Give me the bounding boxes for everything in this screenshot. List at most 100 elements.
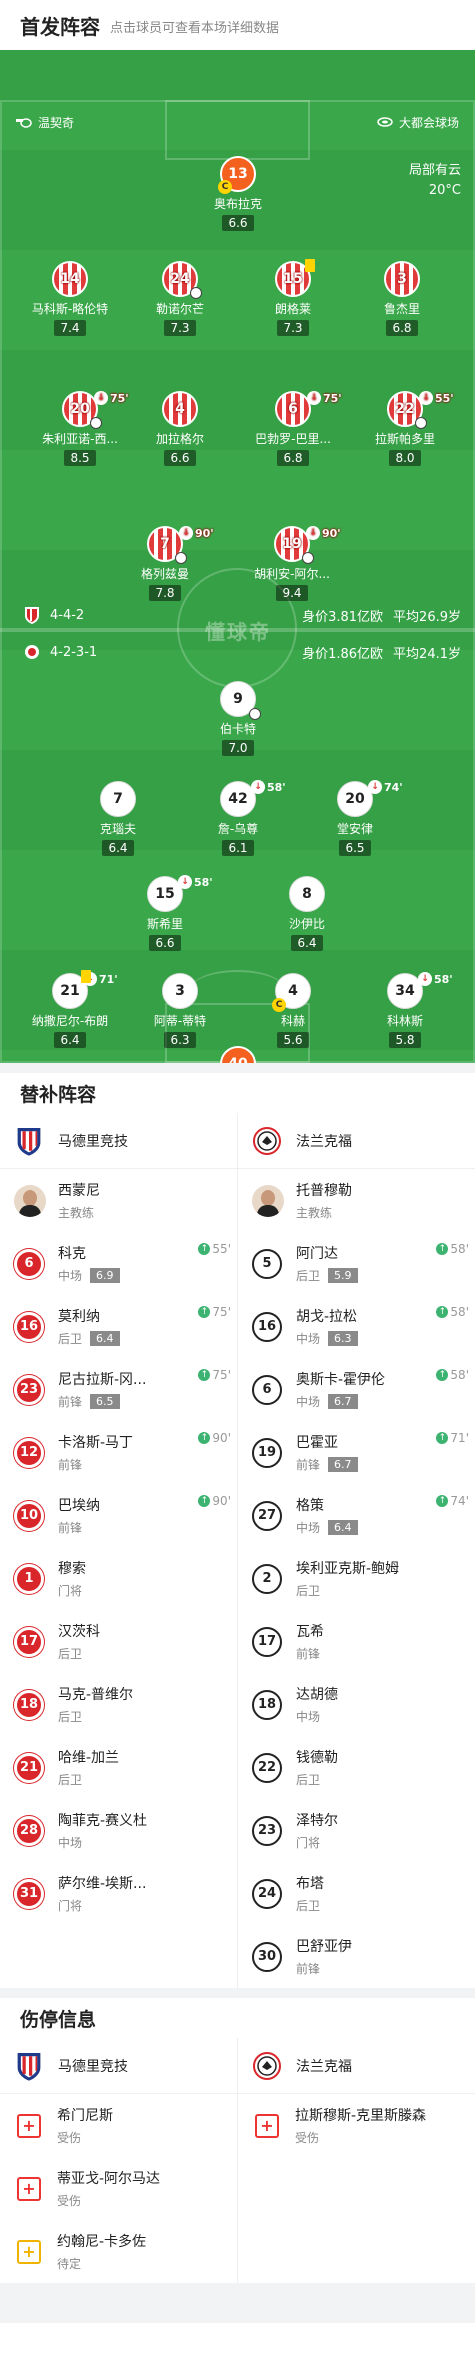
sub-minute: 74' [384,780,403,794]
away-player[interactable]: 9 伯卡特 7.0 [178,681,298,756]
player-number: 21 [60,983,80,999]
away-player[interactable]: 34 ↓ 58' 科林斯 5.8 [345,972,465,1048]
player-rating: 8.5 [64,450,96,466]
away-coach-row[interactable]: 托普穆勒 主教练 [238,1169,475,1232]
player-meta: 中场 6.9 [58,1267,120,1284]
home-player[interactable]: 7 ↓ 90' 格列兹曼 7.8 [105,526,225,601]
away-injury-row[interactable]: + 拉斯穆斯-克里斯滕森 受伤 [238,2094,475,2157]
away-player[interactable]: 15 ↓ 58' 斯希里 6.6 [105,875,225,951]
away-sub-row[interactable]: 23 泽特尔 门将 [238,1799,475,1862]
jersey-number: 31 [14,1878,44,1909]
away-player[interactable]: 8 沙伊比 6.4 [247,876,367,951]
player-meta: 中场 6.4 [296,1519,358,1536]
player-name: 阿门达 [296,1246,338,1262]
home-sub-row[interactable]: 1 穆索 门将 [0,1547,237,1610]
sub-out-icon: ↓ [418,972,432,986]
player-rating: 6.6 [149,935,181,951]
player-meta: 中场 6.7 [296,1393,385,1410]
home-injury-row[interactable]: + 约翰尼-卡多佐 待定 [0,2220,237,2283]
home-player[interactable]: 15 朗格莱 7.3 [233,259,353,336]
player-position: 中场 [296,1521,321,1535]
home-injury-row[interactable]: + 希门尼斯 受伤 [0,2094,237,2157]
home-coach-row[interactable]: 西蒙尼 主教练 [0,1169,237,1232]
player-name: 加拉格尔 [155,432,204,446]
substitution-marker: ↓ 90' [306,526,341,540]
home-team-name: 马德里竞技 [58,1133,128,1150]
player-meta: 前锋 6.5 [58,1393,146,1410]
jersey-number: 34 ↓ 58' [387,972,453,1009]
injuries-table: 马德里竞技 + 希门尼斯 受伤 + 蒂亚戈-阿尔马达 受伤 + 约翰尼-卡多佐 待定 法兰克福 … [0,2038,475,2283]
home-injury-row[interactable]: + 蒂亚戈-阿尔马达 受伤 [0,2157,237,2220]
home-player[interactable]: 14 马科斯-略伦特 7.4 [10,261,130,336]
sub-info: 巴埃纳 前锋 [58,1495,100,1536]
away-sub-row[interactable]: 18 达胡德 中场 [238,1673,475,1736]
away-player[interactable]: 21↓71' 纳撒尼尔-布朗 6.4 [10,970,130,1048]
away-sub-row[interactable]: 27 格策 中场 6.4 ↑ 74' [238,1484,475,1547]
away-sub-row[interactable]: 6 奥斯卡-霍伊伦 中场 6.7 ↑ 58' [238,1358,475,1421]
home-player[interactable]: 22 ↓ 55' 拉斯帕多里 8.0 [345,391,465,466]
player-meta: 前锋 [296,1960,352,1977]
away-player[interactable]: 40考阿-桑托斯8.1 [178,1046,298,1063]
away-team-header[interactable]: 法兰克福 [238,1113,475,1169]
home-team-header[interactable]: 马德里竞技 [0,2038,237,2094]
away-player[interactable]: 4 C 科赫 5.6 [233,973,353,1048]
home-sub-row[interactable]: 21 哈维-加兰 后卫 [0,1736,237,1799]
home-sub-row[interactable]: 17 汉茨科 后卫 [0,1610,237,1673]
player-meta: 门将 [296,1834,338,1851]
home-player[interactable]: 6 ↓ 75' 巴勃罗-巴里... 6.8 [233,391,353,466]
sub-info: 科克 中场 6.9 [58,1243,120,1284]
home-sub-row[interactable]: 28 陶菲克-赛义杜 中场 [0,1799,237,1862]
home-sub-row[interactable]: 31 萨尔维-埃斯... 门将 [0,1862,237,1925]
home-sub-row[interactable]: 10 巴埃纳 前锋 ↑ 90' [0,1484,237,1547]
away-player[interactable]: 7 克瑙夫 6.4 [58,781,178,856]
home-sub-row[interactable]: 16 莫利纳 后卫 6.4 ↑ 75' [0,1295,237,1358]
away-sub-row[interactable]: 17 瓦希 前锋 [238,1610,475,1673]
home-sub-row[interactable]: 18 马克-普维尔 后卫 [0,1673,237,1736]
stadium-name: 大都会球场 [398,115,459,130]
home-sub-row[interactable]: 6 科克 中场 6.9 ↑ 55' [0,1232,237,1295]
jersey-number: 18 [252,1689,282,1720]
player-name: 沙伊比 [288,917,325,931]
player-number: 20 [70,401,90,417]
away-sub-row[interactable]: 22 钱德勒 后卫 [238,1736,475,1799]
jersey-number: 16 [14,1311,44,1342]
away-sub-row[interactable]: 24 布塔 后卫 [238,1862,475,1925]
jersey-number: 18 [14,1689,44,1720]
away-player[interactable]: 42 ↓ 58' 詹-乌尊 6.1 [178,780,298,856]
home-team-header[interactable]: 马德里竞技 [0,1113,237,1169]
sub-in-icon: ↑ [198,1306,211,1318]
sub-minute: 75' [323,391,342,405]
home-player[interactable]: 24 勒诺尔芒 7.3 [120,261,240,336]
jersey-number: 21 [14,1752,44,1783]
jersey-number: 9 [220,681,261,720]
player-meta: 中场 6.3 [296,1330,358,1347]
player-rating: 6.6 [222,215,254,231]
away-player[interactable]: 20 ↓ 74' 堂安律 6.5 [295,780,415,856]
home-sub-row[interactable]: 23 尼古拉斯-冈... 前锋 6.5 ↑ 75' [0,1358,237,1421]
away-player[interactable]: 3 阿蒂-蒂特 6.3 [120,973,240,1048]
away-sub-row[interactable]: 16 胡戈-拉松 中场 6.3 ↑ 58' [238,1295,475,1358]
frankfurt-crest-icon [25,645,39,659]
home-sub-row[interactable]: 12 卡洛斯-马丁 前锋 ↑ 90' [0,1421,237,1484]
home-player[interactable]: 19 ↓ 90' 胡利安-阿尔... 9.4 [232,526,352,601]
sub-in-marker: ↑ 75' [198,1305,231,1319]
home-player[interactable]: 13 C 奥布拉克 6.6 [178,156,298,231]
player-name: 阿蒂-蒂特 [153,1014,207,1028]
away-sub-row[interactable]: 19 巴霍亚 前锋 6.7 ↑ 71' [238,1421,475,1484]
away-sub-row[interactable]: 30 巴舒亚伊 前锋 [238,1925,475,1988]
away-sub-row[interactable]: 5 阿门达 后卫 5.9 ↑ 58' [238,1232,475,1295]
home-player[interactable]: 3 鲁杰里 6.8 [342,261,462,336]
yellow-card-icon [81,970,91,983]
player-number: 22 [395,401,415,417]
injury-status: 受伤 [295,2131,320,2145]
player-name: 奥布拉克 [213,197,262,211]
sub-info: 钱德勒 后卫 [296,1747,338,1788]
away-sub-row[interactable]: 2 埃利亚克斯-鲍姆 后卫 [238,1547,475,1610]
away-team-header[interactable]: 法兰克福 [238,2038,475,2094]
player-position: 门将 [296,1836,321,1850]
footer-spacer [0,2283,475,2323]
home-player[interactable]: 4 加拉格尔 6.6 [120,391,240,466]
player-meta: 门将 [58,1897,146,1914]
page-title: 首发阵容 [20,14,100,39]
player-rating: 6.4 [328,1520,358,1535]
